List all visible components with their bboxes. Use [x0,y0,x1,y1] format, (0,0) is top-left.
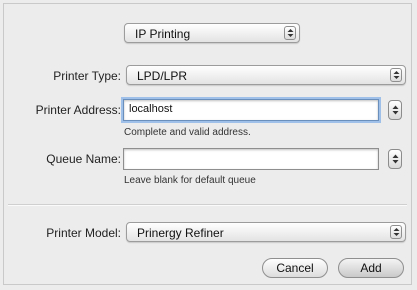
queue-name-field[interactable] [123,148,379,170]
connection-type-popup[interactable]: IP Printing [124,23,300,43]
queue-name-label: Queue Name: [46,152,121,166]
printer-address-label: Printer Address: [35,103,121,117]
add-printer-sheet: IP Printing Printer Type: LPD/LPR Printe… [3,3,412,285]
queue-name-hint: Leave blank for default queue [124,175,256,186]
up-down-chevron-icon [390,225,402,239]
up-down-chevron-icon [392,154,399,164]
printer-model-value: Prinergy Refiner [137,226,224,240]
printer-type-popup[interactable]: LPD/LPR [126,65,406,85]
printer-address-field[interactable]: localhost [123,99,379,121]
separator [8,204,407,206]
printer-model-label: Printer Model: [46,226,121,240]
connection-type-value: IP Printing [135,27,191,41]
up-down-chevron-icon [392,105,399,115]
printer-address-hint: Complete and valid address. [124,127,251,138]
printer-type-label: Printer Type: [53,69,121,83]
queue-name-stepper[interactable] [388,149,402,169]
up-down-chevron-icon [390,68,402,82]
printer-model-popup[interactable]: Prinergy Refiner [126,222,406,242]
cancel-button[interactable]: Cancel [262,258,328,278]
add-button[interactable]: Add [338,258,404,278]
printer-address-stepper[interactable] [388,100,402,120]
printer-type-value: LPD/LPR [137,69,188,83]
up-down-chevron-icon [284,26,296,40]
